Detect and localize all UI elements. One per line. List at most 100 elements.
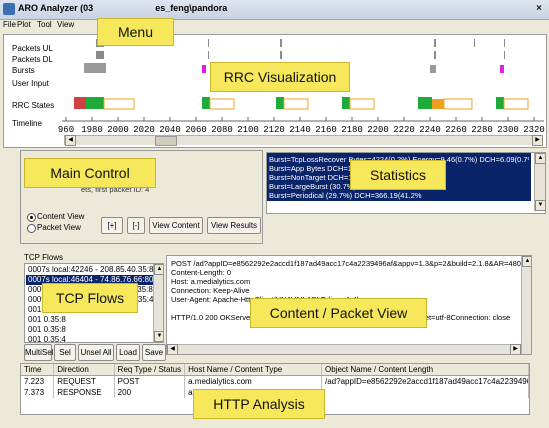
timeline-scrollbar[interactable]: ◀ ▶ [64, 135, 543, 146]
content-line: POST /ad?appID=e8562292e2accd1f187ad49ac… [171, 259, 532, 268]
save-button[interactable]: Save [142, 344, 166, 361]
http-col-object[interactable]: Object Name / Content Length [321, 364, 529, 376]
statistics-scrollbar[interactable]: ▲ ▼ [534, 153, 546, 211]
tcp-flows-title: TCP Flows [24, 253, 63, 262]
timeline-tick-label: 2220 [393, 125, 415, 135]
app-icon [3, 3, 15, 15]
timeline-tick-label: 2180 [341, 125, 363, 135]
close-icon[interactable]: × [532, 2, 546, 16]
packet-dl-mark [504, 51, 505, 59]
table-row[interactable]: 7.223 REQUEST POST a.medialytics.com /ad… [21, 375, 529, 387]
menu-view[interactable]: View [57, 20, 74, 29]
scroll-up-icon[interactable]: ▲ [154, 264, 163, 275]
packet-ul-mark [434, 39, 436, 47]
tcp-flow-item[interactable]: 001 0.35:8 [26, 315, 163, 325]
rrc-state-block [276, 97, 284, 109]
row-label-timeline: Timeline [12, 119, 42, 128]
timeline-tick-label: 960 [58, 125, 74, 135]
http-col-direction[interactable]: Direction [53, 364, 115, 376]
scroll-up-icon[interactable]: ▲ [535, 153, 546, 164]
rrc-state-block [202, 97, 210, 109]
http-col-time[interactable]: Time [21, 364, 55, 376]
packet-ul-mark [280, 39, 282, 47]
timeline-tick-label: 2160 [315, 125, 337, 135]
content-hscrollbar[interactable]: ◀ ▶ [167, 344, 521, 354]
multisel-button[interactable]: MultiSel [24, 344, 53, 361]
window-title: ARO Analyzer (03 es_feng\pandora [18, 3, 228, 13]
timeline-tick-label: 2120 [263, 125, 285, 135]
row-label-bursts: Bursts [12, 66, 35, 75]
burst-block [430, 65, 436, 73]
rrc-state-block [503, 98, 529, 110]
callout-statistics: Statistics [350, 160, 446, 190]
http-cell: POST [114, 375, 186, 387]
expand-button[interactable]: [+] [101, 217, 123, 234]
scroll-left-icon[interactable]: ◀ [65, 135, 76, 146]
burst-block [202, 65, 206, 73]
packet-ul-mark [504, 39, 505, 47]
title-bar: ARO Analyzer (03 es_feng\pandora × [0, 0, 549, 20]
load-button[interactable]: Load [116, 344, 140, 361]
scroll-up-icon[interactable]: ▲ [522, 256, 531, 267]
content-line: Host: a.medialytics.com [171, 277, 251, 286]
menu-file[interactable]: File [3, 20, 16, 29]
sel-button[interactable]: Sel [54, 344, 76, 361]
timeline-tick-label: 2140 [289, 125, 311, 135]
row-label-packets-ul: Packets UL [12, 44, 53, 53]
unsel-all-button[interactable]: Unsel All [78, 344, 114, 361]
rrc-state-block [283, 98, 309, 110]
http-cell: 200 [114, 387, 186, 398]
rrc-state-block [103, 98, 135, 110]
row-label-packets-dl: Packets DL [12, 55, 53, 64]
collapse-button[interactable]: [-] [127, 217, 145, 234]
content-view-radio[interactable] [27, 213, 36, 222]
menu-bar: File Plot Tool View [0, 19, 549, 32]
scroll-right-icon[interactable]: ▶ [510, 344, 521, 354]
packet-dl-mark [208, 51, 209, 59]
packet-ul-mark [208, 39, 209, 47]
timeline-tick-label: 2260 [445, 125, 467, 135]
timeline-scroll-thumb[interactable] [155, 136, 177, 146]
packet-dl-mark [434, 51, 436, 59]
packet-view-radio[interactable] [27, 224, 36, 233]
packet-ul-mark [474, 39, 475, 47]
scroll-down-icon[interactable]: ▼ [154, 331, 163, 342]
scroll-left-icon[interactable]: ◀ [167, 344, 178, 354]
timeline-tick-label: 2280 [471, 125, 493, 135]
callout-main-control: Main Control [24, 158, 156, 188]
rrc-state-block [443, 98, 473, 110]
tcp-flow-item[interactable]: 001 0.35:8 [26, 325, 163, 335]
http-col-req-type[interactable]: Req Type / Status [114, 364, 186, 376]
content-line: Content-Length: 0 [171, 268, 232, 277]
tcp-flow-item[interactable]: 0007s local:42246 - 208.85.40.35:8 [26, 265, 163, 275]
tcp-flows-scrollbar[interactable]: ▲ ▼ [153, 264, 163, 342]
timeline-tick-label: 2020 [133, 125, 155, 135]
burst-block [84, 63, 106, 73]
content-view-label: Content View [37, 212, 85, 221]
content-vscrollbar[interactable]: ▲ [521, 256, 531, 354]
tcp-flow-item[interactable]: 001 0.35:4 [26, 335, 163, 342]
rrc-state-block [349, 98, 375, 110]
view-results-button[interactable]: View Results [207, 217, 261, 234]
callout-tcp-flows: TCP Flows [42, 283, 138, 313]
view-content-button[interactable]: View Content [149, 217, 203, 234]
rrc-state-block [86, 97, 104, 109]
timeline-tick-label: 2060 [185, 125, 207, 135]
scroll-down-icon[interactable]: ▼ [535, 200, 546, 211]
http-header-row: Time Direction Req Type / Status Host Na… [21, 364, 529, 376]
scroll-right-icon[interactable]: ▶ [532, 135, 543, 146]
rrc-state-block [496, 97, 504, 109]
rrc-state-block [209, 98, 235, 110]
packet-view-label: Packet View [37, 223, 81, 232]
timeline-tick-label: 2300 [497, 125, 519, 135]
callout-content-view: Content / Packet View [250, 298, 427, 328]
http-col-host[interactable]: Host Name / Content Type [184, 364, 322, 376]
timeline-tick-label: 1980 [81, 125, 103, 135]
callout-rrc-visualization: RRC Visualization [210, 62, 350, 92]
row-label-rrc-states: RRC States [12, 101, 55, 110]
menu-plot[interactable]: Plot [17, 20, 31, 29]
menu-tool[interactable]: Tool [37, 20, 52, 29]
timeline-tick-label: 2100 [237, 125, 259, 135]
row-label-user-input: User Input [12, 79, 49, 88]
content-line: Connection: Keep-Alive [171, 286, 250, 295]
